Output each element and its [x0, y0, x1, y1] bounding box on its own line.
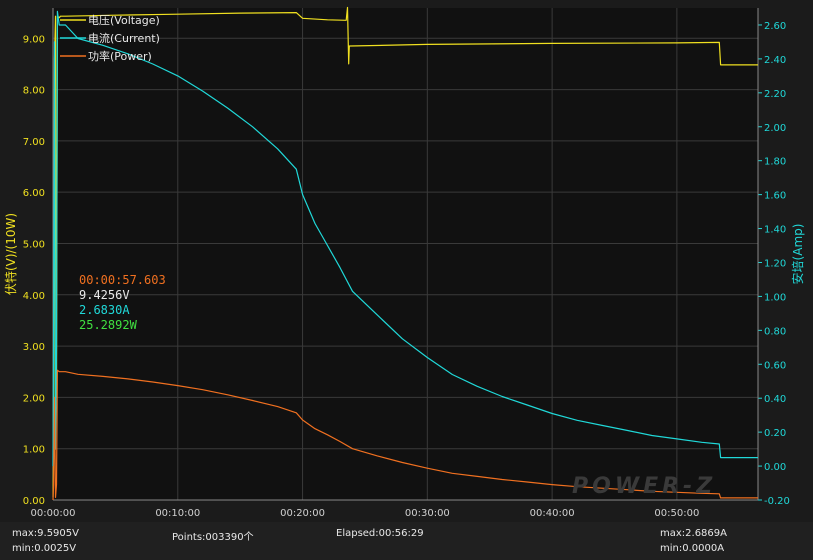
legend-label: 功率(Power)	[88, 49, 152, 63]
watermark-logo: POWER-Z	[572, 474, 717, 499]
right-tick-label: 1.40	[764, 225, 786, 236]
left-tick-label: 6.00	[23, 188, 45, 199]
x-tick-label: 00:20:00	[280, 508, 325, 519]
left-tick-label: 4.00	[23, 291, 45, 302]
right-tick-label: 0.40	[764, 394, 786, 405]
right-tick-label: 2.40	[764, 55, 786, 66]
left-tick-label: 2.00	[23, 393, 45, 404]
right-tick-label: 0.00	[764, 462, 786, 473]
right-tick-label: 2.20	[764, 89, 786, 100]
left-tick-label: 5.00	[23, 239, 45, 250]
legend-label: 电流(Current)	[88, 31, 160, 45]
right-tick-label: 2.00	[764, 123, 786, 134]
left-axis-title: 伏特(V)/(10W)	[3, 213, 18, 295]
current-max: max:2.6869A	[660, 528, 727, 539]
readout-current: 2.6830A	[79, 303, 130, 317]
right-axis-title: 安培(Amp)	[790, 224, 805, 285]
right-tick-label: 0.60	[764, 360, 786, 371]
right-tick-label: 2.60	[764, 21, 786, 32]
right-tick-label: 0.80	[764, 326, 786, 337]
plot-area	[53, 8, 758, 500]
right-tick-label: 1.20	[764, 258, 786, 269]
readout-power: 25.2892W	[79, 318, 137, 332]
left-tick-label: 8.00	[23, 86, 45, 97]
points-count: Points:003390个	[172, 532, 254, 543]
left-tick-label: 9.00	[23, 34, 45, 45]
x-tick-label: 00:10:00	[155, 508, 200, 519]
right-tick-label: 1.00	[764, 292, 786, 303]
voltage-max: max:9.5905V	[12, 528, 79, 539]
right-tick-label: 0.20	[764, 428, 786, 439]
readout-voltage: 9.4256V	[79, 288, 130, 302]
x-tick-label: 00:00:00	[31, 508, 76, 519]
readout-time: 00:00:57.603	[79, 273, 166, 287]
elapsed-time: Elapsed:00:56:29	[336, 528, 424, 539]
x-tick-label: 00:40:00	[530, 508, 575, 519]
left-tick-label: 7.00	[23, 137, 45, 148]
status-footer: max:9.5905V min:0.0025V Points:003390个 E…	[0, 522, 813, 560]
current-min: min:0.0000A	[660, 543, 725, 554]
left-tick-label: 0.00	[23, 496, 45, 507]
right-tick-label: 1.80	[764, 157, 786, 168]
power-chart: 00:00:00 00:10:00 00:20:00 00:30:00 00:40:00…	[3, 6, 805, 519]
legend-label: 电压(Voltage)	[88, 14, 160, 27]
x-tick-label: 00:50:00	[654, 508, 699, 519]
left-tick-label: 1.00	[23, 445, 45, 456]
voltage-min: min:0.0025V	[12, 543, 77, 554]
right-tick-label: -0.20	[764, 496, 790, 507]
left-tick-label: 3.00	[23, 342, 45, 353]
x-tick-label: 00:30:00	[405, 508, 450, 519]
right-tick-label: 1.60	[764, 191, 786, 202]
